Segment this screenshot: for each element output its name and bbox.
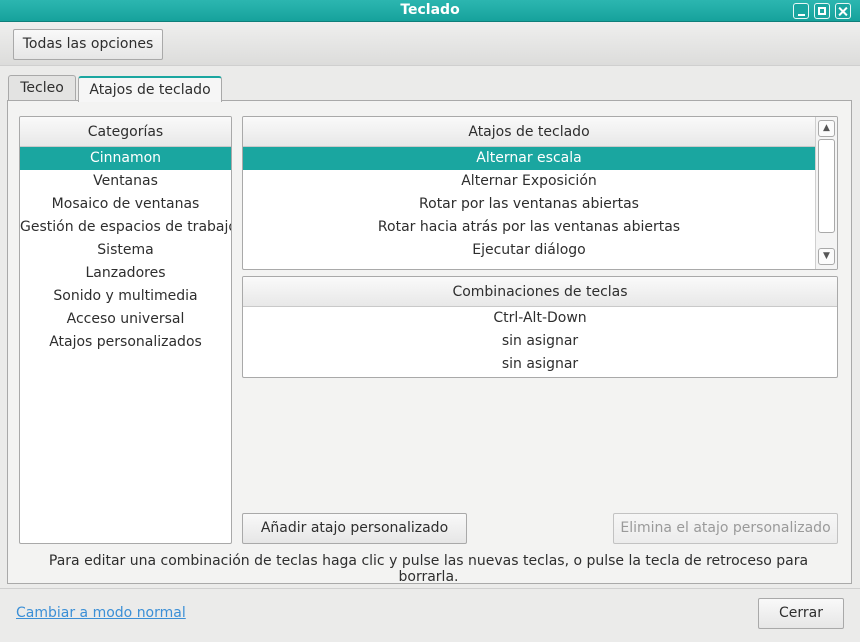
minimize-button[interactable] [793,3,809,19]
normal-mode-link[interactable]: Cambiar a modo normal [16,605,186,621]
scroll-down-icon[interactable]: ▼ [818,248,835,265]
add-custom-shortcut-button[interactable]: Añadir atajo personalizado [242,513,467,544]
window-title: Teclado [400,2,460,18]
categories-list: Cinnamon Ventanas Mosaico de ventanas Ge… [20,147,231,354]
category-item-launchers[interactable]: Lanzadores [20,262,231,285]
category-item-workspace-management[interactable]: Gestión de espacios de trabajo [20,216,231,239]
scroll-up-icon[interactable]: ▲ [818,120,835,137]
close-button[interactable]: Cerrar [758,598,844,629]
shortcut-item-cycle-windows-backward[interactable]: Rotar hacia atrás por las ventanas abier… [243,216,815,239]
shortcuts-scrollbar[interactable]: ▲ ▼ [815,117,837,269]
tab-keyboard-shortcuts[interactable]: Atajos de teclado [78,76,222,102]
bottom-bar: Cambiar a modo normal Cerrar [0,588,860,642]
keybinding-item[interactable]: sin asignar [243,330,837,353]
category-item-cinnamon[interactable]: Cinnamon [20,147,231,170]
category-item-universal-access[interactable]: Acceso universal [20,308,231,331]
keyboard-settings-window: Teclado Todas las opciones Tecleo Atajos… [0,0,860,642]
tab-typing[interactable]: Tecleo [8,75,76,101]
edit-hint-text: Para editar una combinación de teclas ha… [48,553,809,585]
maximize-button[interactable] [814,3,830,19]
shortcut-item-toggle-scale[interactable]: Alternar escala [243,147,815,170]
keybindings-panel: Combinaciones de teclas Ctrl-Alt-Down si… [242,276,838,378]
category-item-sound-media[interactable]: Sonido y multimedia [20,285,231,308]
minimize-icon [798,14,805,16]
category-item-window-tiling[interactable]: Mosaico de ventanas [20,193,231,216]
categories-header[interactable]: Categorías [20,117,231,147]
keybinding-item[interactable]: sin asignar [243,353,837,376]
close-window-button[interactable] [835,3,851,19]
maximize-icon [818,7,826,15]
shortcuts-list: Alternar escala Alternar Exposición Rota… [243,147,815,269]
category-item-system[interactable]: Sistema [20,239,231,262]
categories-panel: Categorías Cinnamon Ventanas Mosaico de … [19,116,232,544]
keybindings-header[interactable]: Combinaciones de teclas [243,277,837,307]
shortcut-item-toggle-expo[interactable]: Alternar Exposición [243,170,815,193]
shortcuts-panel: Atajos de teclado Alternar escala Altern… [242,116,838,270]
category-item-custom-shortcuts[interactable]: Atajos personalizados [20,331,231,354]
titlebar[interactable]: Teclado [0,0,860,22]
all-settings-button[interactable]: Todas las opciones [13,29,163,60]
remove-custom-shortcut-button[interactable]: Elimina el atajo personalizado [613,513,838,544]
keybinding-item[interactable]: Ctrl-Alt-Down [243,307,837,330]
scrollbar-thumb[interactable] [818,139,835,233]
shortcuts-header[interactable]: Atajos de teclado [243,117,815,147]
top-toolbar: Todas las opciones [0,22,860,66]
shortcut-item-run-dialog[interactable]: Ejecutar diálogo [243,239,815,262]
category-item-windows[interactable]: Ventanas [20,170,231,193]
shortcut-item-cycle-windows[interactable]: Rotar por las ventanas abiertas [243,193,815,216]
